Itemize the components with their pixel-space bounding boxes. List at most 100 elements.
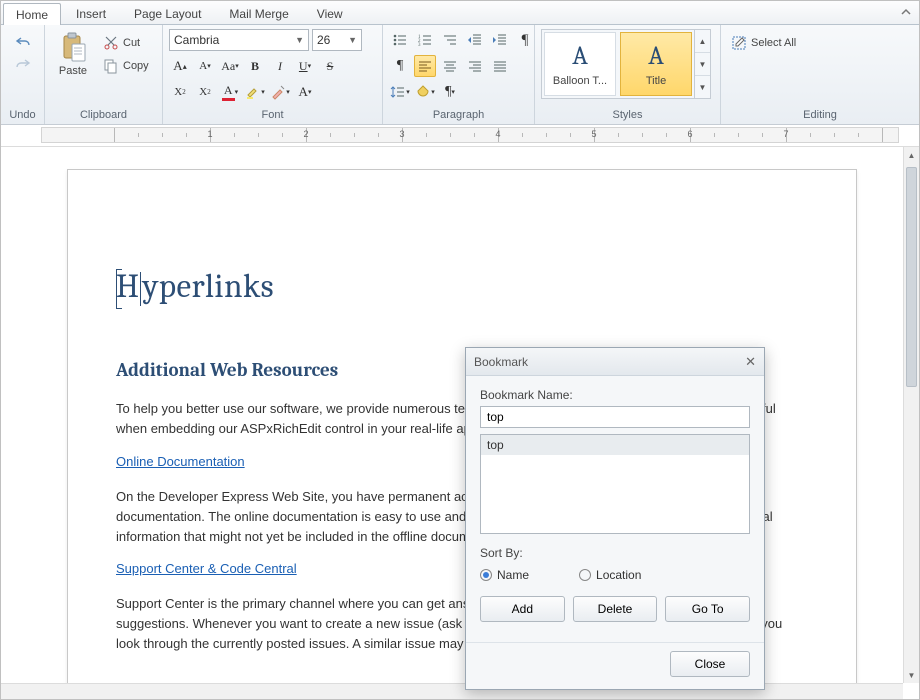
group-label-undo: Undo	[7, 108, 38, 122]
app-window: Home Insert Page Layout Mail Merge View …	[0, 0, 920, 700]
paste-button[interactable]: Paste	[51, 29, 95, 79]
scrollbar-thumb[interactable]	[906, 167, 917, 387]
bold-button[interactable]: B	[244, 55, 266, 77]
ruler-area: 1234567	[1, 125, 919, 147]
align-justify-button[interactable]	[489, 55, 511, 77]
ribbon-tabstrip: Home Insert Page Layout Mail Merge View	[1, 1, 919, 25]
font-family-combo[interactable]: Cambria ▼	[169, 29, 309, 51]
vertical-scrollbar[interactable]: ▲ ▼	[903, 147, 919, 683]
group-clipboard: Paste Cut Copy Clipboard	[45, 25, 163, 124]
undo-icon[interactable]	[15, 35, 31, 51]
dialog-titlebar[interactable]: Bookmark ✕	[466, 348, 764, 376]
tab-view[interactable]: View	[304, 2, 356, 24]
paragraph-dialog-button[interactable]: ¶▾	[439, 81, 461, 103]
decrease-indent-button[interactable]	[464, 29, 486, 51]
font-color-button[interactable]: A▾	[219, 81, 241, 103]
group-styles: A Balloon T... A Title ▲ ▼ ▼ Styles	[535, 25, 721, 124]
style-sample: A	[648, 41, 664, 71]
clear-formatting-button[interactable]: ▾	[269, 81, 291, 103]
ribbon-collapse-icon[interactable]	[899, 5, 913, 19]
close-icon[interactable]: ✕	[745, 354, 756, 370]
gallery-down-icon[interactable]: ▼	[695, 53, 710, 76]
doc-title[interactable]: Hyperlinks	[116, 268, 786, 309]
align-right-button[interactable]	[464, 55, 486, 77]
sort-location-label: Location	[596, 568, 641, 582]
redo-icon[interactable]	[15, 57, 31, 73]
select-all-button[interactable]: Select All	[727, 33, 800, 53]
gallery-up-icon[interactable]: ▲	[695, 30, 710, 53]
copy-icon	[103, 58, 119, 74]
radio-icon	[579, 569, 591, 581]
goto-button[interactable]: Go To	[665, 596, 750, 622]
font-size-combo[interactable]: 26 ▼	[312, 29, 362, 51]
cut-button[interactable]: Cut	[99, 33, 153, 53]
tab-home[interactable]: Home	[3, 3, 61, 25]
scroll-up-icon[interactable]: ▲	[904, 147, 919, 163]
italic-button[interactable]: I	[269, 55, 291, 77]
change-case-button[interactable]: Aa▾	[219, 55, 241, 77]
link-online-docs[interactable]: Online Documentation	[116, 454, 245, 469]
link-support-center[interactable]: Support Center & Code Central	[116, 561, 297, 576]
dialog-title-text: Bookmark	[474, 355, 528, 369]
group-label-font: Font	[169, 108, 376, 122]
style-balloon-text[interactable]: A Balloon T...	[544, 32, 616, 96]
bookmark-name-input[interactable]	[480, 406, 750, 428]
chevron-down-icon: ▼	[348, 35, 357, 45]
group-label-paragraph: Paragraph	[389, 108, 528, 122]
select-all-icon	[731, 35, 747, 51]
sort-location-radio[interactable]: Location	[579, 568, 641, 582]
gallery-expand-icon[interactable]: ▼	[695, 76, 710, 98]
pilcrow-button[interactable]: ¶	[389, 55, 411, 77]
add-button[interactable]: Add	[480, 596, 565, 622]
delete-button[interactable]: Delete	[573, 596, 658, 622]
align-left-button[interactable]	[414, 55, 436, 77]
cut-label: Cut	[123, 37, 140, 49]
group-undo: Undo	[1, 25, 45, 124]
tab-page-layout[interactable]: Page Layout	[121, 2, 214, 24]
gallery-scroller: ▲ ▼ ▼	[694, 30, 710, 98]
underline-button[interactable]: U▾	[294, 55, 316, 77]
strikethrough-button[interactable]: S	[319, 55, 341, 77]
font-family-value: Cambria	[174, 33, 219, 47]
group-paragraph: 123 ¶ ¶ ▾ ▾ ¶▾	[383, 25, 535, 124]
font-dialog-button[interactable]: A▾	[294, 81, 316, 103]
copy-label: Copy	[123, 60, 149, 72]
subscript-button[interactable]: X2	[194, 81, 216, 103]
numbering-button[interactable]: 123	[414, 29, 436, 51]
group-label-editing: Editing	[727, 108, 913, 122]
radio-icon	[480, 569, 492, 581]
close-button[interactable]: Close	[670, 651, 750, 677]
tab-insert[interactable]: Insert	[63, 2, 119, 24]
grow-font-button[interactable]: A▴	[169, 55, 191, 77]
bullets-button[interactable]	[389, 29, 411, 51]
bookmark-dialog: Bookmark ✕ Bookmark Name: top Sort By: N…	[465, 347, 765, 690]
bookmark-list-item[interactable]: top	[481, 435, 749, 455]
tab-mail-merge[interactable]: Mail Merge	[216, 2, 301, 24]
align-center-button[interactable]	[439, 55, 461, 77]
group-editing: Select All Editing	[721, 25, 919, 124]
group-label-styles: Styles	[541, 108, 714, 122]
styles-gallery: A Balloon T... A Title ▲ ▼ ▼	[541, 29, 711, 99]
shrink-font-button[interactable]: A▾	[194, 55, 216, 77]
bookmark-list[interactable]: top	[480, 434, 750, 534]
sort-by-label: Sort By:	[480, 546, 750, 560]
ribbon: Undo Paste Cut Copy	[1, 25, 919, 125]
show-marks-button[interactable]: ¶	[514, 29, 536, 51]
font-size-value: 26	[317, 33, 330, 47]
horizontal-scrollbar[interactable]	[1, 683, 903, 699]
copy-button[interactable]: Copy	[99, 56, 153, 76]
superscript-button[interactable]: X2	[169, 81, 191, 103]
style-title[interactable]: A Title	[620, 32, 692, 96]
multilevel-button[interactable]	[439, 29, 461, 51]
svg-text:3: 3	[418, 43, 421, 48]
sort-name-radio[interactable]: Name	[480, 568, 529, 582]
sort-name-label: Name	[497, 568, 529, 582]
shading-button[interactable]: ▾	[414, 81, 436, 103]
highlight-button[interactable]: ▾	[244, 81, 266, 103]
scroll-down-icon[interactable]: ▼	[904, 667, 919, 683]
horizontal-ruler[interactable]: 1234567	[41, 127, 899, 143]
increase-indent-button[interactable]	[489, 29, 511, 51]
line-spacing-button[interactable]: ▾	[389, 81, 411, 103]
paste-label: Paste	[59, 65, 87, 77]
group-label-clipboard: Clipboard	[51, 108, 156, 122]
